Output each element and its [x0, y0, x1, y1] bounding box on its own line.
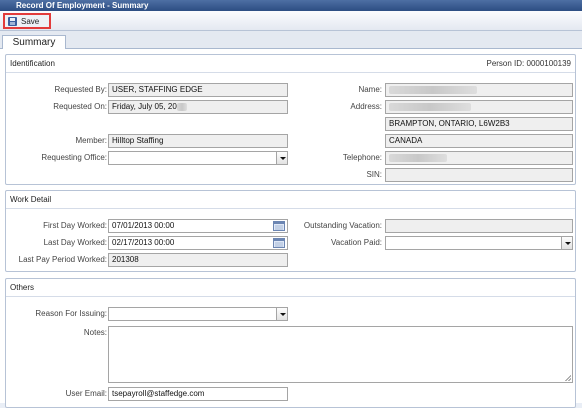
telephone-field[interactable] — [385, 151, 573, 165]
others-title: Others — [10, 283, 35, 292]
notes-textarea[interactable] — [108, 326, 573, 383]
sin-field[interactable] — [385, 168, 573, 182]
tab-strip: Summary — [0, 31, 582, 50]
requesting-office-label: Requesting Office: — [41, 153, 107, 162]
last-pay-period-label: Last Pay Period Worked: — [18, 255, 107, 264]
redacted-text — [176, 102, 187, 111]
member-label: Member: — [75, 136, 107, 145]
form-content: Identification Person ID: 0000100139 Req… — [0, 49, 582, 408]
section-divider — [6, 72, 575, 73]
member-field[interactable]: Hilltop Staffing — [108, 134, 288, 148]
last-day-worked-value: 02/17/2013 00:00 — [112, 238, 175, 247]
address-line3-field[interactable]: CANADA — [385, 134, 573, 148]
section-divider — [6, 208, 575, 209]
person-id: Person ID: 0000100139 — [486, 59, 571, 68]
last-day-worked-field[interactable]: 02/17/2013 00:00 — [108, 236, 288, 250]
address-label: Address: — [350, 102, 382, 111]
tab-summary[interactable]: Summary — [2, 35, 66, 50]
calendar-icon[interactable] — [273, 221, 285, 231]
identification-section: Identification Person ID: 0000100139 Req… — [5, 54, 576, 185]
last-pay-period-field[interactable]: 201308 — [108, 253, 288, 267]
first-day-worked-field[interactable]: 07/01/2013 00:00 — [108, 219, 288, 233]
user-email-field[interactable]: tsepayroll@staffedge.com — [108, 387, 288, 401]
notes-label: Notes: — [83, 328, 107, 337]
save-button-label: Save — [21, 16, 40, 26]
outstanding-vacation-label: Outstanding Vacation: — [303, 221, 382, 230]
last-day-worked-label: Last Day Worked: — [43, 238, 107, 247]
work-detail-section: Work Detail First Day Worked: 07/01/2013… — [5, 190, 576, 272]
user-email-label: User Email: — [65, 389, 107, 398]
chevron-down-icon[interactable] — [276, 308, 287, 320]
name-field[interactable] — [385, 83, 573, 97]
toolbar: Save — [0, 11, 582, 31]
section-divider — [6, 296, 575, 297]
first-day-worked-label: First Day Worked: — [43, 221, 107, 230]
work-detail-title: Work Detail — [10, 195, 52, 204]
save-button[interactable]: Save — [3, 13, 51, 29]
vacation-paid-label: Vacation Paid: — [331, 238, 382, 247]
requested-on-value: Friday, July 05, 20 — [112, 102, 177, 111]
requested-on-field[interactable]: Friday, July 05, 20 — [108, 100, 288, 114]
window-title: Record Of Employment - Summary — [0, 0, 582, 11]
redacted-text — [389, 153, 447, 162]
requested-on-label: Requested On: — [53, 102, 107, 111]
requested-by-label: Requested By: — [54, 85, 107, 94]
sin-label: SIN: — [366, 170, 382, 179]
others-section: Others Reason For Issuing: Notes: User E… — [5, 278, 576, 408]
address-line1-field[interactable] — [385, 100, 573, 114]
address-line2-field[interactable]: BRAMPTON, ONTARIO, L6W2B3 — [385, 117, 573, 131]
chevron-down-icon[interactable] — [561, 237, 572, 249]
outstanding-vacation-field[interactable] — [385, 219, 573, 233]
name-label: Name: — [358, 85, 382, 94]
reason-for-issuing-dropdown[interactable] — [108, 307, 288, 321]
resize-handle-icon[interactable] — [565, 375, 571, 381]
reason-for-issuing-label: Reason For Issuing: — [35, 309, 107, 318]
redacted-text — [389, 85, 477, 94]
chevron-down-icon[interactable] — [276, 152, 287, 164]
redacted-text — [389, 102, 471, 111]
telephone-label: Telephone: — [342, 153, 382, 162]
vacation-paid-dropdown[interactable] — [385, 236, 573, 250]
requesting-office-dropdown[interactable] — [108, 151, 288, 165]
floppy-disk-icon — [8, 16, 17, 26]
requested-by-field[interactable]: USER, STAFFING EDGE — [108, 83, 288, 97]
calendar-icon[interactable] — [273, 238, 285, 248]
first-day-worked-value: 07/01/2013 00:00 — [112, 221, 175, 230]
identification-title: Identification — [10, 59, 55, 68]
